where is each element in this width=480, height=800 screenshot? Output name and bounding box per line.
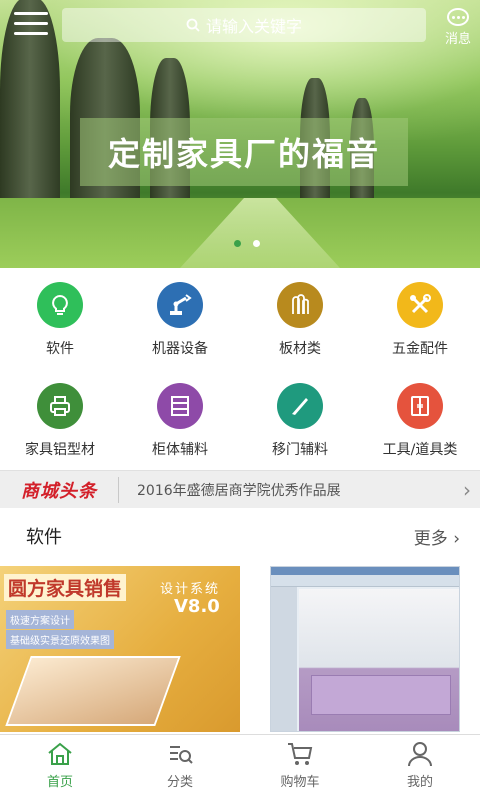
- chat-bubble-icon: [447, 8, 469, 26]
- product-card-furniture-software[interactable]: 圆方家具销售 设计系统 V8.0 极速方案设计 基础级实景还原效果图: [0, 566, 240, 732]
- search-icon: [186, 18, 200, 32]
- category-boards[interactable]: 板材类: [240, 268, 360, 369]
- category-label: 移门辅料: [272, 442, 328, 458]
- tab-home[interactable]: 首页: [0, 735, 120, 800]
- more-link[interactable]: 更多 ›: [414, 524, 460, 549]
- product-title: 圆方家具销售: [4, 574, 127, 601]
- carousel-dot-active[interactable]: [234, 240, 241, 247]
- category-icon: [170, 746, 193, 764]
- carousel-dot[interactable]: [253, 240, 260, 247]
- category-label: 机器设备: [152, 341, 208, 357]
- cabinet-render: [311, 675, 451, 715]
- product-tag: 极速方案设计: [6, 610, 74, 629]
- search-placeholder: 请输入关键字: [205, 17, 302, 36]
- room-render-image: [5, 656, 181, 726]
- category-tools[interactable]: 工具/道具类: [360, 369, 480, 470]
- chevron-right-icon[interactable]: ›: [454, 478, 480, 502]
- cart-icon: [288, 743, 313, 765]
- category-grid: 软件 机器设备 板材类 五金配件 家具铝型材 柜体辅料 移门辅料 工具/道具类: [0, 268, 480, 470]
- divider: [118, 476, 119, 503]
- more-label: 更多: [413, 528, 448, 549]
- knife-icon: [277, 383, 323, 429]
- banner-carousel[interactable]: 请输入关键字 消息 定制家具厂的福音: [0, 0, 480, 268]
- window-titlebar: [271, 567, 459, 575]
- section-title: 软件: [26, 527, 62, 548]
- category-aluminum[interactable]: 家具铝型材: [0, 369, 120, 470]
- tab-category[interactable]: 分类: [120, 735, 240, 800]
- tab-label: 首页: [46, 775, 73, 790]
- category-label: 五金配件: [392, 341, 448, 357]
- printer-icon: [37, 383, 83, 429]
- message-label: 消息: [444, 32, 471, 47]
- app-screen: 请输入关键字 消息 定制家具厂的福音 软件 机器设备 板材类 五金配件 家具铝型…: [0, 0, 480, 800]
- category-label: 工具/道具类: [382, 442, 458, 458]
- search-input[interactable]: 请输入关键字: [62, 8, 426, 42]
- tab-label: 购物车: [280, 775, 320, 790]
- user-icon: [408, 742, 432, 767]
- window-toolbar: [271, 575, 459, 587]
- home-icon: [48, 742, 72, 765]
- product-subtitle: 设计系统: [160, 582, 221, 597]
- category-machinery[interactable]: 机器设备: [120, 268, 240, 369]
- category-cabinet[interactable]: 柜体辅料: [120, 369, 240, 470]
- robot-arm-icon: [157, 282, 203, 328]
- category-sliding-door[interactable]: 移门辅料: [240, 369, 360, 470]
- cabinet-icon: [157, 383, 203, 429]
- bottom-tab-bar: 首页 分类 购物车 我的: [0, 734, 480, 800]
- category-label: 软件: [46, 341, 74, 357]
- lightbulb-icon: [37, 282, 83, 328]
- tab-cart[interactable]: 购物车: [240, 735, 360, 800]
- carousel-dots: [228, 240, 266, 247]
- banner-title: 定制家具厂的福音: [80, 118, 408, 186]
- window-sidebar: [271, 587, 297, 731]
- category-software[interactable]: 软件: [0, 268, 120, 369]
- product-list: 圆方家具销售 设计系统 V8.0 极速方案设计 基础级实景还原效果图: [0, 558, 480, 734]
- category-label: 家具铝型材: [25, 442, 95, 458]
- message-button[interactable]: 消息: [440, 8, 476, 48]
- door-icon: [397, 383, 443, 429]
- category-label: 柜体辅料: [152, 442, 208, 458]
- tools-icon: [397, 282, 443, 328]
- tab-label: 我的: [406, 775, 433, 790]
- product-tag: 基础级实景还原效果图: [6, 630, 114, 649]
- section-header: 软件 更多 ›: [0, 514, 480, 558]
- tab-label: 分类: [166, 775, 193, 790]
- category-label: 板材类: [279, 341, 321, 357]
- product-version: V8.0: [174, 596, 220, 617]
- headline-bar[interactable]: 商城头条 2016年盛德居商学院优秀作品展 ›: [0, 470, 480, 508]
- headline-logo: 商城头条: [21, 480, 97, 502]
- menu-icon[interactable]: [14, 12, 48, 40]
- category-hardware[interactable]: 五金配件: [360, 268, 480, 369]
- tab-profile[interactable]: 我的: [360, 735, 480, 800]
- product-card-kitchen-software[interactable]: [270, 566, 460, 732]
- wood-icon: [277, 282, 323, 328]
- headline-text[interactable]: 2016年盛德居商学院优秀作品展: [137, 480, 454, 500]
